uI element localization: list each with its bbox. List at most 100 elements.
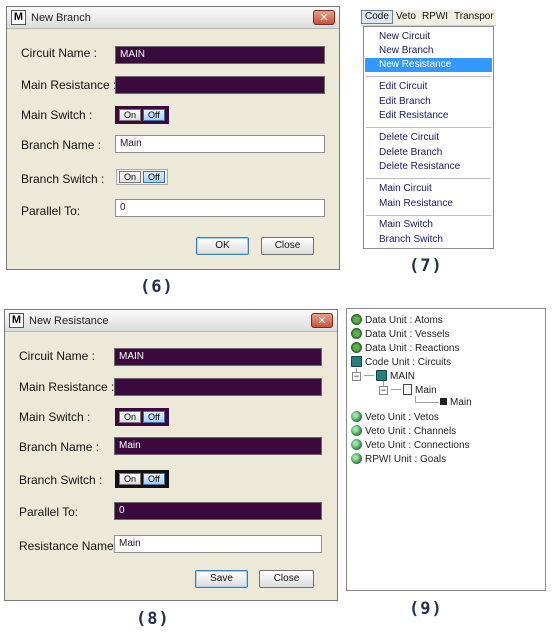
main-switch-on-button[interactable]: On (119, 109, 142, 121)
menu-item-new-resistance[interactable]: New Resistance (365, 58, 492, 72)
globe-icon (351, 453, 362, 464)
unit-tree-view: Data Unit : Atoms Data Unit : Vessels Da… (346, 308, 546, 591)
resistance-name-field[interactable]: Main (114, 535, 322, 553)
menu-bar: Code Veto RPWI Transpor (361, 10, 496, 26)
tree-node-data-vessels[interactable]: Data Unit : Vessels (351, 328, 449, 341)
menu-item-new-branch[interactable]: New Branch (365, 44, 492, 58)
save-button[interactable]: Save (195, 570, 248, 588)
tree-node-veto-channels[interactable]: Veto Unit : Channels (351, 425, 456, 438)
parallel-to-field[interactable]: 0 (115, 199, 325, 217)
menu-separator (366, 127, 491, 128)
main-switch-label: Main Switch : (21, 108, 93, 122)
cog-icon (351, 328, 362, 339)
window-title: New Resistance (29, 315, 109, 327)
menu-item-main-switch[interactable]: Main Switch (365, 218, 492, 232)
branch-name-label: Branch Name : (21, 138, 102, 152)
menu-rpwi[interactable]: RPWI (419, 10, 451, 24)
caption-9: (9) (409, 599, 443, 619)
menu-separator (366, 178, 491, 179)
main-switch-label: Main Switch : (19, 410, 91, 424)
menu-separator (366, 76, 491, 77)
branch-switch-label: Branch Switch : (21, 172, 105, 186)
cog-icon (351, 342, 362, 353)
caption-6: (6) (140, 277, 174, 297)
menu-item-delete-branch[interactable]: Delete Branch (365, 146, 492, 160)
main-switch-on-button[interactable]: On (119, 411, 142, 423)
main-resistance-label: Main Resistance : (21, 78, 117, 92)
resistance-name-label: Resistance Name (19, 539, 114, 553)
menu-item-delete-resistance[interactable]: Delete Resistance (365, 160, 492, 174)
branch-name-field[interactable]: Main (114, 437, 322, 455)
title-bar[interactable]: M New Branch ✕ (7, 7, 339, 29)
branch-switch-toggle[interactable]: On Off (115, 470, 169, 488)
cog-icon (351, 314, 362, 325)
new-branch-window: M New Branch ✕ Circuit Name : MAIN Main … (6, 6, 340, 270)
menu-item-branch-switch[interactable]: Branch Switch (365, 233, 492, 247)
ok-button[interactable]: OK (196, 237, 249, 255)
globe-icon (351, 439, 362, 450)
tree-connector (364, 375, 374, 376)
main-resistance-label: Main Resistance : (19, 380, 115, 394)
menu-item-edit-circuit[interactable]: Edit Circuit (365, 80, 492, 94)
circuit-name-field[interactable]: MAIN (115, 46, 325, 64)
app-icon: M (11, 10, 26, 25)
tree-node-veto-vetos[interactable]: Veto Unit : Vetos (351, 411, 439, 424)
close-icon[interactable]: ✕ (313, 10, 335, 25)
caption-8: (8) (136, 609, 170, 629)
tree-node-veto-connections[interactable]: Veto Unit : Connections (351, 439, 470, 452)
app-icon: M (9, 313, 24, 328)
code-dropdown-menu: New Circuit New Branch New Resistance Ed… (363, 26, 494, 249)
menu-code[interactable]: Code (361, 10, 393, 24)
circuit-name-field[interactable]: MAIN (114, 348, 322, 366)
grid-icon (376, 370, 387, 381)
menu-item-delete-circuit[interactable]: Delete Circuit (365, 131, 492, 145)
close-button[interactable]: Close (259, 570, 314, 588)
branch-switch-off-button[interactable]: Off (143, 171, 165, 183)
tree-node-code-circuits[interactable]: Code Unit : Circuits (351, 356, 451, 369)
resistor-icon (440, 398, 447, 405)
menu-veto[interactable]: Veto (393, 10, 419, 24)
menu-separator (366, 215, 491, 216)
tree-node-main-resistance[interactable]: Main (440, 397, 472, 409)
branch-switch-off-button[interactable]: Off (143, 473, 165, 485)
menu-item-main-circuit[interactable]: Main Circuit (365, 182, 492, 196)
circuit-name-label: Circuit Name : (19, 349, 96, 363)
main-switch-off-button[interactable]: Off (143, 109, 165, 121)
main-resistance-field[interactable] (115, 76, 325, 94)
window-title: New Branch (31, 12, 91, 24)
globe-icon (351, 425, 362, 436)
parallel-to-label: Parallel To: (19, 505, 79, 519)
branch-switch-on-button[interactable]: On (119, 171, 142, 183)
menu-transport[interactable]: Transpor (451, 10, 496, 24)
branch-switch-on-button[interactable]: On (119, 473, 142, 485)
grid-icon (351, 356, 362, 367)
tree-connector (415, 402, 439, 403)
branch-name-field[interactable]: Main (115, 135, 325, 153)
main-switch-off-button[interactable]: Off (143, 411, 165, 423)
parallel-to-field[interactable]: 0 (114, 502, 322, 520)
collapse-icon[interactable]: − (352, 372, 361, 381)
main-switch-toggle[interactable]: On Off (115, 106, 169, 124)
main-switch-toggle[interactable]: On Off (115, 408, 169, 426)
close-icon[interactable]: ✕ (311, 313, 333, 328)
menu-item-edit-branch[interactable]: Edit Branch (365, 95, 492, 109)
document-icon (403, 384, 412, 395)
tree-node-main-branch[interactable]: − Main (379, 384, 437, 397)
globe-icon (351, 411, 362, 422)
menu-item-new-circuit[interactable]: New Circuit (365, 30, 492, 44)
tree-node-data-reactions[interactable]: Data Unit : Reactions (351, 342, 460, 355)
circuit-name-label: Circuit Name : (21, 46, 98, 60)
tree-node-rpwi-goals[interactable]: RPWI Unit : Goals (351, 453, 446, 466)
main-resistance-field[interactable] (114, 378, 322, 396)
branch-name-label: Branch Name : (19, 440, 100, 454)
branch-switch-label: Branch Switch : (19, 473, 103, 487)
menu-item-main-resistance[interactable]: Main Resistance (365, 197, 492, 211)
collapse-icon[interactable]: − (379, 386, 388, 395)
close-button[interactable]: Close (261, 237, 314, 255)
tree-node-data-atoms[interactable]: Data Unit : Atoms (351, 314, 443, 327)
branch-switch-toggle[interactable]: On Off (116, 169, 168, 185)
menu-item-edit-resistance[interactable]: Edit Resistance (365, 109, 492, 123)
tree-connector (391, 389, 401, 390)
caption-7: (7) (409, 256, 443, 276)
title-bar[interactable]: M New Resistance ✕ (5, 310, 337, 332)
